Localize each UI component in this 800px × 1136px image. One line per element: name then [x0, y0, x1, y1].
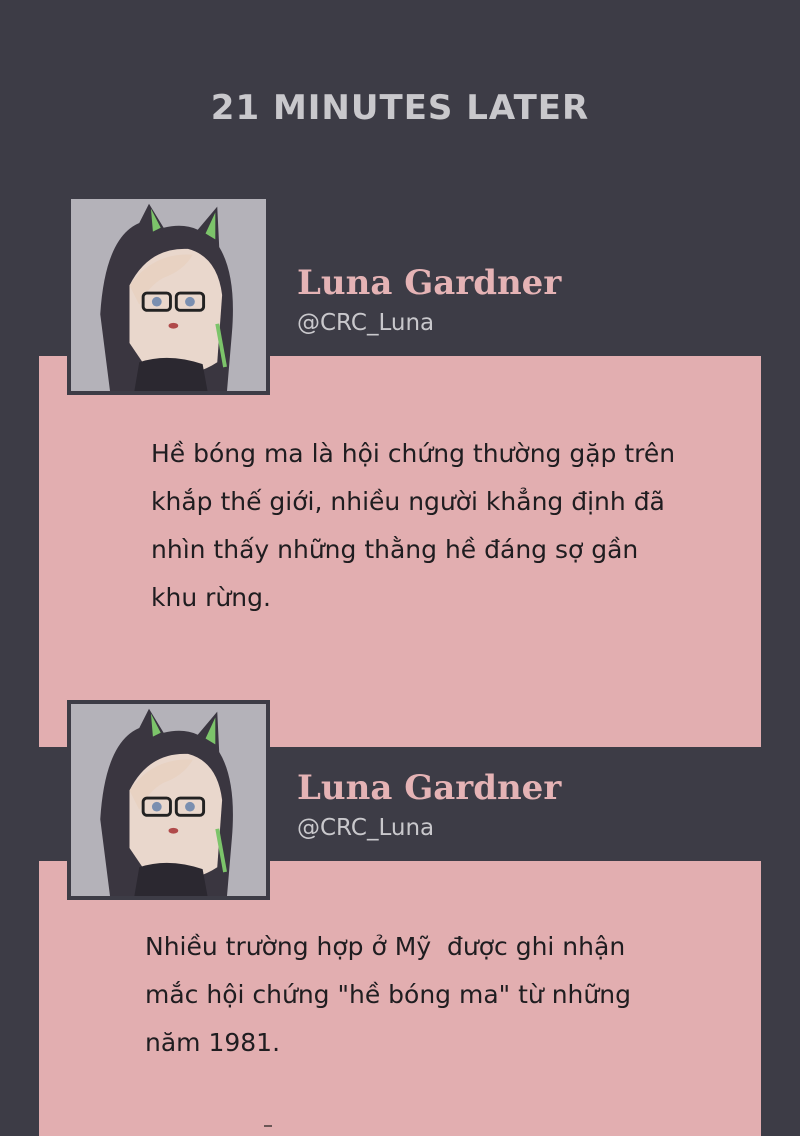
avatar-icon — [71, 199, 266, 391]
post-text-line: nhìn thấy những thằng hề đáng sợ gần — [151, 535, 639, 564]
avatar[interactable] — [67, 195, 270, 395]
divider-mark — [264, 1125, 272, 1127]
post-text-line: Nhiều trường hợp ở Mỹ được ghi nhận — [145, 932, 626, 961]
avatar[interactable] — [67, 700, 270, 900]
user-handle[interactable]: @CRC_Luna — [297, 815, 434, 841]
post-text-line: khu rừng. — [151, 583, 271, 612]
username[interactable]: Luna Gardner — [297, 263, 561, 303]
username[interactable]: Luna Gardner — [297, 768, 561, 808]
user-handle[interactable]: @CRC_Luna — [297, 310, 434, 336]
post-text-line: Hề bóng ma là hội chứng thường gặp trên — [151, 439, 676, 468]
avatar-icon — [71, 704, 266, 896]
post-text-line: năm 1981. — [145, 1028, 281, 1057]
post-text-line: khắp thế giới, nhiều người khẳng định đã — [151, 487, 665, 516]
post-text-line: mắc hội chứng "hề bóng ma" từ những — [145, 980, 631, 1009]
time-header: 21 MINUTES LATER — [210, 88, 590, 128]
